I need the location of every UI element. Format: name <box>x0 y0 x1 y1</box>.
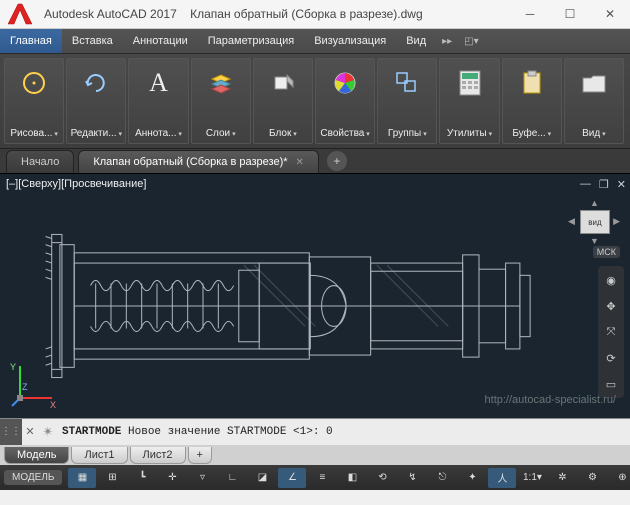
minimize-button[interactable]: ─ <box>510 0 550 28</box>
3dosnap-toggle[interactable]: ◪ <box>248 468 276 488</box>
status-model-button[interactable]: МОДЕЛЬ <box>4 470 62 485</box>
workspace-switch[interactable]: ⚙ <box>578 468 606 488</box>
command-input[interactable]: STARTMODE Новое значение STARTMODE <1>: … <box>58 426 630 438</box>
ribbon: Рисова... Редакти... AАннота... Слои Бло… <box>0 54 630 149</box>
menu-parametric[interactable]: Параметризация <box>198 29 304 53</box>
viewport-label[interactable]: [–][Сверху][Просвечивание] <box>6 178 146 190</box>
layout-add-tab[interactable]: + <box>188 447 212 464</box>
ucs-icon[interactable]: X Y Z <box>8 360 58 410</box>
snap-toggle[interactable]: ⊞ <box>98 468 126 488</box>
orbit-icon[interactable]: ⟳ <box>601 348 621 368</box>
text-icon: A <box>149 65 168 101</box>
showmotion-icon[interactable]: ▭ <box>601 374 621 394</box>
svg-text:X: X <box>50 400 56 410</box>
panel-modify[interactable]: Редакти... <box>66 58 126 144</box>
maximize-button[interactable]: ☐ <box>550 0 590 28</box>
panel-layers[interactable]: Слои <box>191 58 251 144</box>
play-icon[interactable]: ▸▸ <box>436 29 458 53</box>
panel-draw[interactable]: Рисова... <box>4 58 64 144</box>
close-button[interactable]: ✕ <box>590 0 630 28</box>
cmd-close-icon[interactable]: ✕ <box>22 425 38 439</box>
pan-icon[interactable]: ✥ <box>601 296 621 316</box>
selection-filter-toggle[interactable]: ⎋ <box>428 468 456 488</box>
status-bar: МОДЕЛЬ ▦ ⊞ ┗ ✛ ▿ ∟ ◪ ∠ ≡ ◧ ⟲ ↯ ⎋ ✦ 人 1:1… <box>0 465 630 490</box>
lineweight-toggle[interactable]: ≡ <box>308 468 336 488</box>
menu-home[interactable]: Главная <box>0 29 62 53</box>
layout-tab-bar: Модель Лист1 Лист2 + <box>0 445 630 465</box>
watermark-text: http://autocad-specialist.ru/ <box>485 394 616 406</box>
annotation-monitor-toggle[interactable]: ⊕ <box>608 468 630 488</box>
vp-minimize-icon[interactable]: — <box>580 178 591 191</box>
window-title: Autodesk AutoCAD 2017 Клапан обратный (С… <box>44 7 510 21</box>
annotation-visibility-toggle[interactable]: ✲ <box>548 468 576 488</box>
file-tab-bar: Начало Клапан обратный (Сборка в разрезе… <box>0 149 630 173</box>
panel-annotation[interactable]: AАннота... <box>128 58 188 144</box>
svg-text:Z: Z <box>22 382 28 392</box>
block-icon <box>269 65 297 101</box>
grid-toggle[interactable]: ▦ <box>68 468 96 488</box>
svg-text:Y: Y <box>10 362 16 372</box>
layout-model-tab[interactable]: Модель <box>4 447 69 464</box>
gizmo-toggle[interactable]: ✦ <box>458 468 486 488</box>
wcs-label[interactable]: МСК <box>593 246 620 258</box>
layout-sheet2-tab[interactable]: Лист2 <box>130 447 186 464</box>
folder-icon <box>581 65 607 101</box>
panel-properties[interactable]: Свойства <box>315 58 375 144</box>
cmd-settings-icon[interactable]: ✴ <box>38 425 58 440</box>
panel-groups[interactable]: Группы <box>377 58 437 144</box>
panel-view[interactable]: Вид <box>564 58 624 144</box>
menu-bar: Главная Вставка Аннотации Параметризация… <box>0 29 630 54</box>
menu-visualize[interactable]: Визуализация <box>304 29 396 53</box>
ortho-toggle[interactable]: ┗ <box>128 468 156 488</box>
app-logo[interactable] <box>4 2 36 26</box>
title-bar: Autodesk AutoCAD 2017 Клапан обратный (С… <box>0 0 630 29</box>
transparency-toggle[interactable]: ◧ <box>338 468 366 488</box>
menu-insert[interactable]: Вставка <box>62 29 123 53</box>
rotate-icon <box>82 65 110 101</box>
close-tab-icon[interactable]: ✕ <box>296 157 304 168</box>
panel-toggle-icon[interactable]: ◰▾ <box>458 29 484 53</box>
model-geometry <box>30 214 560 398</box>
add-tab-button[interactable]: + <box>327 151 347 171</box>
polar-toggle[interactable]: ✛ <box>158 468 186 488</box>
view-cube[interactable]: ▲ ◀ ▶ ▼ вид <box>572 200 616 244</box>
isodraft-toggle[interactable]: ▿ <box>188 468 216 488</box>
layers-icon <box>207 65 235 101</box>
cycling-toggle[interactable]: ⟲ <box>368 468 396 488</box>
cmd-drag-handle[interactable]: ⋮⋮ <box>0 419 22 445</box>
layout-sheet1-tab[interactable]: Лист1 <box>71 447 127 464</box>
menu-annotate[interactable]: Аннотации <box>123 29 198 53</box>
zoom-icon[interactable]: ⤧ <box>601 322 621 342</box>
start-tab[interactable]: Начало <box>6 150 74 173</box>
scale-button[interactable]: 1:1▾ <box>518 468 546 488</box>
circle-icon <box>20 65 48 101</box>
wheel-icon[interactable]: ◉ <box>601 270 621 290</box>
otrack-toggle[interactable]: ∠ <box>278 468 306 488</box>
drawing-tab[interactable]: Клапан обратный (Сборка в разрезе)*✕ <box>78 150 319 173</box>
calculator-icon <box>459 65 481 101</box>
annoscale-toggle[interactable]: 人 <box>488 468 516 488</box>
color-wheel-icon <box>331 65 359 101</box>
command-line: ⋮⋮ ✕ ✴ STARTMODE Новое значение STARTMOD… <box>0 418 630 445</box>
panel-utilities[interactable]: Утилиты <box>439 58 499 144</box>
panel-block[interactable]: Блок <box>253 58 313 144</box>
clipboard-icon <box>521 65 543 101</box>
vp-restore-icon[interactable]: ❐ <box>599 178 609 191</box>
drawing-viewport[interactable]: [–][Сверху][Просвечивание] — ❐ ✕ ▲ ◀ ▶ ▼… <box>0 173 630 418</box>
navigation-bar: ◉ ✥ ⤧ ⟳ ▭ <box>598 266 624 398</box>
osnap-toggle[interactable]: ∟ <box>218 468 246 488</box>
group-icon <box>393 65 421 101</box>
vp-close-icon[interactable]: ✕ <box>617 178 626 191</box>
dyn-ucs-toggle[interactable]: ↯ <box>398 468 426 488</box>
menu-view[interactable]: Вид <box>396 29 436 53</box>
panel-clipboard[interactable]: Буфе... <box>502 58 562 144</box>
